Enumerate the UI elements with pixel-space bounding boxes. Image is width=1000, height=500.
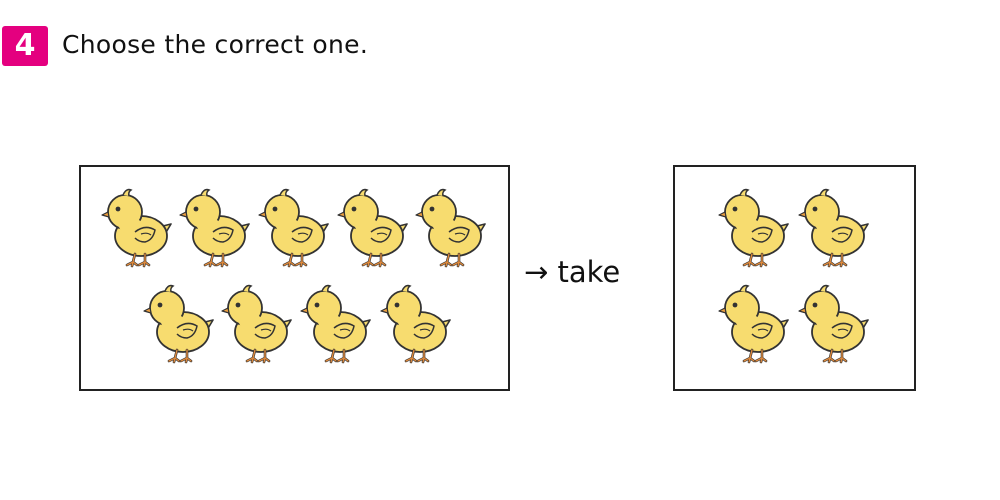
chick-icon: [258, 184, 332, 268]
chick-icon: [143, 280, 217, 364]
take-arrow-label: → take: [524, 255, 621, 289]
chick-icon: [337, 184, 411, 268]
chick-icon: [380, 280, 454, 364]
chick-icon: [101, 184, 175, 268]
chick-icon: [221, 280, 295, 364]
chick-icon: [179, 184, 253, 268]
right-group-box: [673, 165, 916, 391]
chick-icon: [415, 184, 489, 268]
chick-icon: [798, 280, 872, 364]
question-text: Choose the correct one.: [62, 30, 369, 59]
chick-icon: [798, 184, 872, 268]
chick-icon: [300, 280, 374, 364]
chick-icon: [718, 280, 792, 364]
chick-icon: [718, 184, 792, 268]
question-number-badge: 4: [2, 26, 48, 66]
